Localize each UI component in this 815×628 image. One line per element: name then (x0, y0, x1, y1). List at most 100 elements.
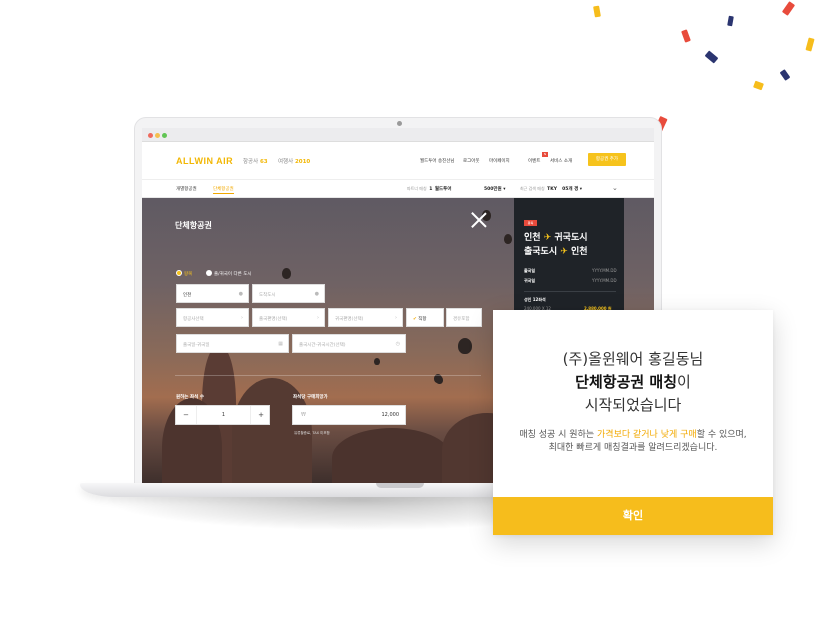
return-flight-field[interactable]: 귀국편명(선택) › (328, 308, 403, 327)
stat-value: 63 (259, 159, 268, 165)
modal-body-line-1: 매칭 성공 시 원하는 가격보다 같거나 낮게 구매할 수 있으며, (493, 429, 773, 442)
radio-open-jaw[interactable]: 출/귀국이 다른 도시 (206, 270, 252, 277)
balloon-silhouette (436, 376, 443, 384)
balloon-silhouette (374, 358, 380, 365)
depart-date-row: 출국일 YYYY.MM.DD (524, 268, 617, 274)
stat-agencies: 여행사 2010 (278, 157, 310, 165)
stat-value: 2010 (294, 159, 311, 165)
seats-value[interactable]: 1 (196, 406, 251, 424)
chevron-right-icon: › (241, 315, 243, 321)
nav-service-intro[interactable]: 서비스 소개 (550, 158, 572, 164)
recent-search-info: 최근 검색 매칭 TKY 05개 경 ▾ (520, 186, 582, 192)
route-line-2: 출국도시 ✈ 인천 (524, 244, 588, 257)
row-value: YYYY.MM.DD (592, 278, 617, 283)
info-extra[interactable]: 05개 경 ▾ (562, 187, 582, 192)
nav-user-name[interactable]: 월드투어 송진선님 (420, 158, 455, 164)
adult-seats-row: 성인 12좌석 (524, 297, 546, 303)
trip-type-badge: 왕복 (524, 220, 537, 226)
row-label: 성인 12좌석 (524, 297, 546, 302)
minimize-dot-icon[interactable] (155, 133, 160, 138)
chevron-right-icon: › (395, 315, 397, 321)
modal-headline: 단체항공권 매칭이 (493, 371, 773, 393)
chevron-down-icon[interactable]: ⌄ (612, 184, 618, 192)
origin-field[interactable]: 인천 ● (176, 284, 249, 303)
plane-icon: ✈ (560, 247, 568, 257)
nav-logout[interactable]: 로그아웃 (463, 158, 480, 164)
plane-icon: ✈ (543, 233, 552, 243)
partner-matching-info: 파트너 매칭 1 월드투어 (407, 186, 451, 192)
confetti-piece (781, 1, 796, 16)
laptop-notch (376, 483, 424, 488)
balloon-silhouette (504, 234, 512, 244)
close-icon[interactable] (470, 211, 488, 229)
summary-divider (524, 291, 616, 292)
row-value: YYYY.MM.DD (592, 268, 617, 273)
direct-flight-toggle[interactable]: ✔ 직항 (406, 308, 444, 327)
location-pin-icon: ● (314, 291, 319, 297)
radio-indicator-icon (206, 270, 212, 276)
modal-body-line-2: 최대한 빠르게 매칭결과를 알려드리겠습니다. (548, 443, 718, 453)
depart-flight-field[interactable]: 출국편명(선택) › (252, 308, 325, 327)
top-navigation: ALLWIN AIR 항공사 63 여행사 2010 월드투어 송진선님 로그아… (142, 142, 654, 180)
balloon-silhouette (282, 268, 291, 279)
stage: ALLWIN AIR 항공사 63 여행사 2010 월드투어 송진선님 로그아… (0, 0, 815, 628)
confetti-piece (704, 50, 719, 64)
confetti-piece (753, 80, 764, 91)
rock-silhouette (332, 428, 452, 483)
route-from: 인천 (524, 233, 541, 243)
tab-individual-ticket[interactable]: 개별항공권 (176, 186, 197, 192)
body-highlight: 가격보다 같거나 낮게 구매 (597, 430, 697, 440)
modal-headline-end: 시작되었습니다 (584, 396, 682, 414)
currency-icon: ₩ (301, 412, 306, 418)
price-note: 유류할증료, TAX 미포함 (294, 431, 330, 435)
airline-select[interactable]: 항공사선택 › (176, 308, 249, 327)
transit-toggle[interactable]: 경유포함 (446, 308, 482, 327)
radio-label: 출/귀국이 다른 도시 (214, 272, 252, 277)
sub-navigation: 개별항공권 단체항공권 파트너 매칭 1 월드투어 500만원 ▾ 최근 검색 … (142, 180, 654, 198)
info-extra: 월드투어 (434, 187, 452, 192)
info-label: 파트너 매칭 (407, 186, 427, 191)
row-label: 귀국일 (524, 278, 536, 283)
time-range-field[interactable]: 출국시간-귀국시간(선택) ◷ (292, 334, 406, 353)
confetti-piece (593, 5, 601, 18)
route-to: 인천 (570, 247, 588, 257)
modal-headline-rest: 이 (677, 373, 691, 391)
location-pin-icon: ● (238, 291, 243, 297)
destination-placeholder: 도착도시 (259, 293, 276, 298)
radio-round-trip[interactable]: 왕복 (176, 270, 193, 277)
increment-button[interactable]: + (251, 406, 271, 424)
new-badge: N (542, 152, 548, 157)
route-to: 귀국도시 (554, 233, 588, 243)
info-value: 500만원 ▾ (484, 187, 506, 192)
transit-label: 경유포함 (453, 317, 470, 322)
direct-label: 직항 (418, 317, 427, 322)
camera-icon (397, 121, 402, 126)
maximize-dot-icon[interactable] (162, 133, 167, 138)
confirm-button[interactable]: 확인 (493, 497, 773, 535)
destination-field[interactable]: 도착도시 ● (252, 284, 325, 303)
airline-placeholder: 항공사선택 (183, 317, 204, 322)
nav-mypage[interactable]: 마이페이지 (489, 158, 510, 164)
browser-titlebar (142, 128, 654, 142)
form-title: 단체항공권 (175, 221, 212, 230)
stat-label: 항공사 (243, 159, 259, 165)
tab-group-ticket[interactable]: 단체항공권 (213, 186, 234, 194)
return-date-row: 귀국일 YYYY.MM.DD (524, 278, 617, 284)
confetti-piece (681, 29, 691, 43)
time-placeholder: 출국시간-귀국시간(선택) (299, 343, 346, 348)
nav-event[interactable]: 이벤트 (528, 158, 540, 164)
price-input[interactable]: ₩ 12,000 (292, 405, 406, 425)
decrement-button[interactable]: − (176, 406, 196, 424)
close-dot-icon[interactable] (148, 133, 153, 138)
radio-label: 왕복 (184, 272, 193, 277)
date-range-field[interactable]: 출국일-귀국일 ▦ (176, 334, 289, 353)
calendar-icon: ▦ (278, 341, 283, 347)
confetti-piece (727, 15, 734, 27)
brand-logo[interactable]: ALLWIN AIR (176, 156, 233, 166)
add-ticket-button[interactable]: 항공권 추가 (588, 153, 626, 166)
depart-flight-placeholder: 출국편명(선택) (259, 317, 288, 322)
budget-select[interactable]: 500만원 ▾ (484, 186, 506, 192)
price-label: 좌석당 구매희망가 (293, 395, 328, 400)
confetti-piece (779, 69, 791, 81)
matching-started-modal: (주)올윈웨어 홍길동님 단체항공권 매칭이 시작되었습니다 매칭 성공 시 원… (493, 310, 773, 535)
